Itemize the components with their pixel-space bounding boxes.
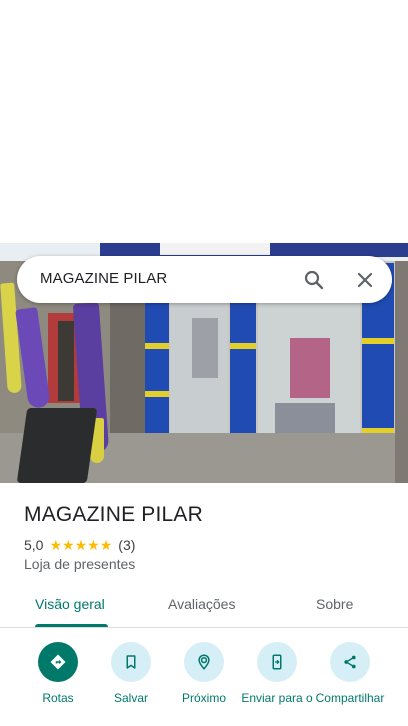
close-icon[interactable] bbox=[353, 268, 377, 292]
save-button[interactable]: Salvar bbox=[91, 642, 171, 705]
rating-row[interactable]: 5,0 ★ ★ ★ ★ ★ (3) bbox=[24, 536, 135, 554]
tab-bar: Visão geral Avaliações Sobre bbox=[0, 588, 408, 628]
share-label: Compartilhar bbox=[315, 691, 385, 705]
tab-reviews[interactable]: Avaliações bbox=[168, 596, 235, 612]
action-bar: Rotas Salvar Próximo Enviar para o Compa… bbox=[0, 640, 408, 726]
nearby-icon bbox=[184, 642, 224, 682]
share-icon bbox=[330, 642, 370, 682]
rating-stars: ★ ★ ★ ★ ★ bbox=[49, 538, 112, 552]
search-icon[interactable] bbox=[302, 268, 326, 292]
place-title: MAGAZINE PILAR bbox=[24, 503, 204, 526]
star-icon: ★ bbox=[74, 537, 88, 553]
star-icon: ★ bbox=[99, 537, 113, 553]
star-icon: ★ bbox=[62, 537, 75, 553]
send-to-phone-icon bbox=[257, 642, 297, 682]
map-area-blank bbox=[0, 0, 408, 243]
star-icon: ★ bbox=[49, 537, 63, 553]
bookmark-icon bbox=[111, 642, 151, 682]
share-button[interactable]: Compartilhar bbox=[310, 642, 390, 705]
search-bar[interactable]: MAGAZINE PILAR bbox=[17, 256, 392, 303]
search-input[interactable]: MAGAZINE PILAR bbox=[40, 270, 167, 287]
review-count[interactable]: (3) bbox=[118, 537, 135, 553]
active-tab-indicator bbox=[35, 624, 108, 627]
nearby-label: Próximo bbox=[181, 691, 226, 705]
directions-button[interactable]: Rotas bbox=[18, 642, 98, 705]
star-icon: ★ bbox=[87, 537, 100, 553]
tab-about[interactable]: Sobre bbox=[316, 596, 353, 612]
save-label: Salvar bbox=[113, 691, 148, 705]
directions-icon bbox=[38, 642, 78, 682]
tab-overview[interactable]: Visão geral bbox=[35, 596, 105, 612]
nearby-button[interactable]: Próximo bbox=[164, 642, 244, 705]
send-to-phone-button[interactable]: Enviar para o bbox=[237, 642, 317, 705]
directions-label: Rotas bbox=[42, 691, 74, 705]
place-category[interactable]: Loja de presentes bbox=[24, 556, 135, 572]
rating-value: 5,0 bbox=[24, 537, 44, 553]
send-to-phone-label: Enviar para o bbox=[241, 691, 313, 705]
